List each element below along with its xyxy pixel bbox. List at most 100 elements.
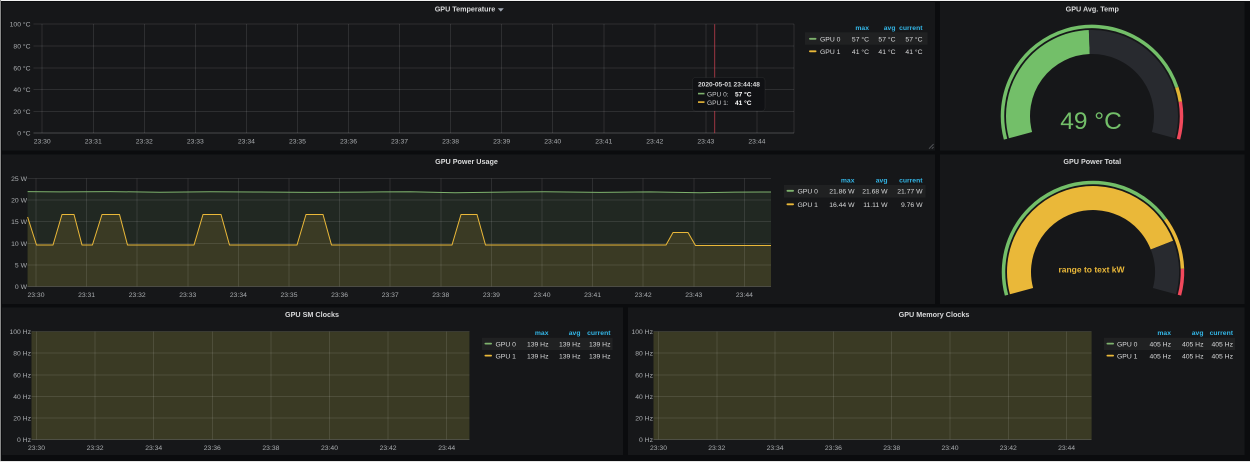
svg-text:57 °C: 57 °C [735, 90, 752, 98]
svg-text:GPU 0:: GPU 0: [707, 91, 729, 98]
svg-text:405 Hz: 405 Hz [1211, 353, 1233, 360]
svg-text:21.68 W: 21.68 W [862, 189, 888, 196]
svg-text:23:42: 23:42 [635, 292, 652, 299]
svg-text:80 Hz: 80 Hz [13, 351, 31, 358]
svg-text:23:42: 23:42 [646, 139, 663, 146]
svg-text:139 Hz: 139 Hz [559, 353, 581, 360]
svg-text:23:31: 23:31 [78, 292, 95, 299]
svg-text:57 °C: 57 °C [852, 36, 869, 44]
svg-text:23:41: 23:41 [595, 139, 612, 146]
svg-text:GPU 1: GPU 1 [798, 202, 819, 209]
svg-text:23:44: 23:44 [748, 139, 765, 146]
svg-text:80 Hz: 80 Hz [635, 351, 653, 358]
svg-text:23:36: 23:36 [825, 445, 842, 452]
svg-text:23:40: 23:40 [533, 292, 550, 299]
svg-text:GPU 1: GPU 1 [496, 353, 517, 360]
svg-text:23:30: 23:30 [28, 445, 45, 452]
svg-text:57 °C: 57 °C [878, 36, 895, 44]
svg-text:23:38: 23:38 [883, 445, 900, 452]
svg-text:GPU 0: GPU 0 [1117, 341, 1138, 348]
svg-text:GPU 0: GPU 0 [820, 37, 841, 44]
svg-text:avg: avg [569, 330, 581, 337]
svg-text:23:42: 23:42 [380, 445, 397, 452]
svg-text:GPU 1: GPU 1 [1117, 353, 1138, 360]
svg-text:23:34: 23:34 [145, 445, 162, 452]
svg-text:GPU 1:: GPU 1: [707, 100, 729, 107]
svg-text:0 Hz: 0 Hz [17, 437, 32, 444]
svg-text:avg: avg [876, 178, 888, 185]
svg-text:20 °C: 20 °C [13, 108, 30, 116]
svg-text:GPU Power Total: GPU Power Total [1063, 157, 1121, 166]
svg-text:60 Hz: 60 Hz [13, 372, 31, 379]
svg-text:23:32: 23:32 [129, 292, 146, 299]
svg-text:23:40: 23:40 [321, 445, 338, 452]
svg-text:23:44: 23:44 [1058, 445, 1075, 452]
svg-text:21.86 W: 21.86 W [829, 189, 855, 196]
svg-text:41 °C: 41 °C [735, 99, 752, 107]
svg-text:25 W: 25 W [11, 176, 27, 183]
svg-text:23:40: 23:40 [544, 139, 561, 146]
svg-text:GPU 0: GPU 0 [798, 189, 819, 196]
svg-text:100 °C: 100 °C [10, 21, 31, 29]
svg-text:current: current [1210, 330, 1234, 337]
svg-text:23:30: 23:30 [650, 445, 667, 452]
svg-text:23:44: 23:44 [736, 292, 753, 299]
svg-text:23:37: 23:37 [382, 292, 399, 299]
svg-text:23:41: 23:41 [584, 292, 601, 299]
svg-text:GPU 0: GPU 0 [496, 341, 517, 348]
svg-text:405 Hz: 405 Hz [1182, 341, 1204, 348]
svg-text:0 Hz: 0 Hz [639, 437, 654, 444]
svg-text:139 Hz: 139 Hz [589, 341, 611, 348]
svg-text:20 Hz: 20 Hz [635, 416, 653, 423]
svg-text:41 °C: 41 °C [878, 48, 895, 56]
svg-text:23:37: 23:37 [391, 139, 408, 146]
svg-text:GPU 1: GPU 1 [820, 49, 841, 56]
svg-text:15 W: 15 W [11, 219, 27, 226]
svg-text:23:30: 23:30 [27, 292, 44, 299]
svg-text:23:31: 23:31 [85, 139, 102, 146]
svg-text:405 Hz: 405 Hz [1211, 341, 1233, 348]
svg-text:avg: avg [884, 25, 896, 32]
svg-text:405 Hz: 405 Hz [1182, 353, 1204, 360]
svg-text:20 W: 20 W [11, 198, 27, 205]
svg-text:60 Hz: 60 Hz [635, 372, 653, 379]
svg-text:23:32: 23:32 [708, 445, 725, 452]
svg-text:80 °C: 80 °C [13, 43, 30, 51]
svg-text:23:34: 23:34 [238, 139, 255, 146]
svg-text:40 Hz: 40 Hz [635, 394, 653, 401]
svg-text:9.76 W: 9.76 W [901, 202, 923, 209]
svg-text:23:38: 23:38 [262, 445, 279, 452]
svg-text:41 °C: 41 °C [852, 48, 869, 56]
svg-text:23:39: 23:39 [493, 139, 510, 146]
svg-text:current: current [899, 25, 923, 32]
svg-text:100 Hz: 100 Hz [631, 329, 653, 336]
svg-text:23:35: 23:35 [280, 292, 297, 299]
svg-text:avg: avg [1192, 330, 1204, 337]
svg-text:40 Hz: 40 Hz [13, 394, 31, 401]
svg-text:23:43: 23:43 [697, 139, 714, 146]
svg-text:139 Hz: 139 Hz [589, 353, 611, 360]
svg-text:405 Hz: 405 Hz [1149, 341, 1171, 348]
svg-text:GPU SM Clocks: GPU SM Clocks [285, 310, 339, 319]
svg-text:current: current [587, 330, 611, 337]
svg-text:GPU Memory Clocks: GPU Memory Clocks [899, 310, 970, 319]
svg-text:GPU Avg. Temp: GPU Avg. Temp [1066, 5, 1120, 14]
svg-text:139 Hz: 139 Hz [559, 341, 581, 348]
svg-text:23:44: 23:44 [438, 445, 455, 452]
svg-text:range to text kW: range to text kW [1058, 265, 1125, 275]
svg-text:max: max [855, 25, 869, 32]
svg-text:max: max [1157, 330, 1171, 337]
svg-text:23:35: 23:35 [289, 139, 306, 146]
svg-text:16.44 W: 16.44 W [829, 202, 855, 209]
svg-text:405 Hz: 405 Hz [1149, 353, 1171, 360]
svg-text:23:40: 23:40 [941, 445, 958, 452]
svg-text:60 °C: 60 °C [13, 64, 30, 72]
svg-text:23:30: 23:30 [34, 139, 51, 146]
svg-text:GPU Temperature: GPU Temperature [435, 5, 496, 14]
svg-text:23:43: 23:43 [685, 292, 702, 299]
svg-text:23:34: 23:34 [230, 292, 247, 299]
svg-text:max: max [535, 330, 549, 337]
svg-text:GPU Power Usage: GPU Power Usage [435, 157, 498, 166]
svg-text:23:34: 23:34 [767, 445, 784, 452]
svg-text:23:36: 23:36 [331, 292, 348, 299]
